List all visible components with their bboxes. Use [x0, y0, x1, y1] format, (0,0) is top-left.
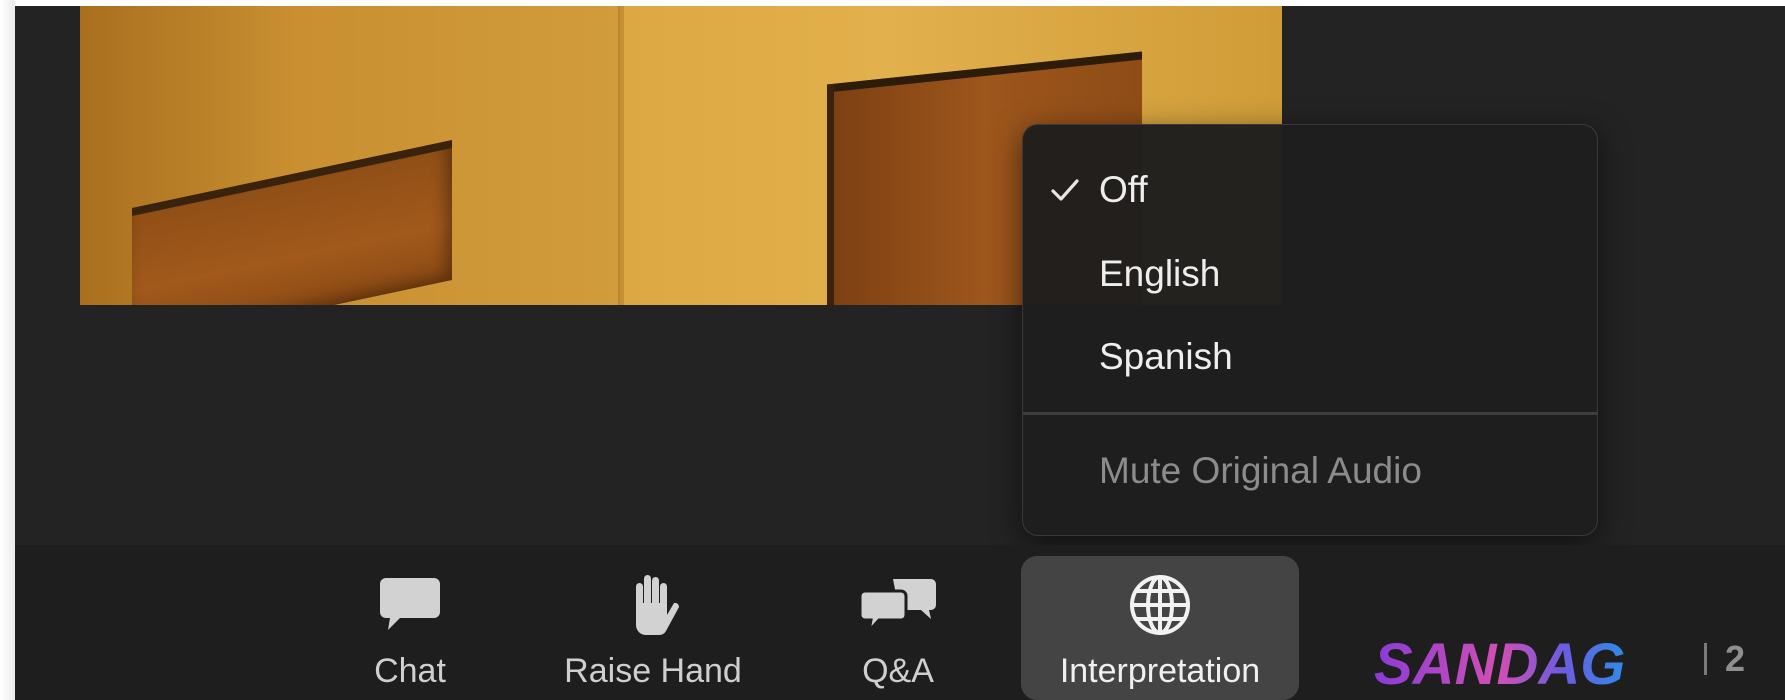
chat-button[interactable]: Chat — [362, 556, 458, 700]
interpretation-label: Interpretation — [1059, 652, 1261, 690]
page-number-divider — [1704, 643, 1707, 675]
menu-item-english[interactable]: English — [1023, 239, 1597, 309]
video-wall-seam — [618, 6, 624, 305]
page-number: 2 — [1704, 638, 1745, 680]
menu-divider — [1023, 412, 1597, 415]
menu-item-label: English — [1099, 253, 1221, 294]
menu-item-off[interactable]: Off — [1023, 155, 1597, 225]
checkmark-icon — [1045, 170, 1085, 210]
page-number-value: 2 — [1725, 638, 1746, 679]
svg-text:SANDAG: SANDAG — [1374, 632, 1625, 694]
interpretation-menu: Off English Spanish Mute Original Audio — [1022, 124, 1598, 536]
raise-hand-label: Raise Hand — [564, 652, 742, 690]
menu-item-mute-original-audio: Mute Original Audio — [1023, 436, 1597, 506]
slide-left-edge — [0, 0, 15, 700]
interpretation-button[interactable]: Interpretation — [1021, 556, 1299, 700]
raise-hand-button[interactable]: Raise Hand — [552, 556, 754, 700]
globe-icon — [1128, 570, 1192, 640]
menu-item-label: Spanish — [1099, 336, 1233, 377]
menu-item-label: Mute Original Audio — [1099, 450, 1422, 491]
hand-icon — [626, 570, 680, 640]
qa-bubbles-icon — [859, 570, 937, 640]
chat-label: Chat — [374, 652, 446, 690]
menu-item-spanish[interactable]: Spanish — [1023, 322, 1597, 392]
qa-label: Q&A — [862, 652, 934, 690]
chat-bubble-icon — [378, 570, 442, 640]
qa-button[interactable]: Q&A — [851, 556, 945, 700]
menu-item-label: Off — [1099, 169, 1148, 210]
sandag-logo: SANDAG — [1372, 632, 1660, 697]
